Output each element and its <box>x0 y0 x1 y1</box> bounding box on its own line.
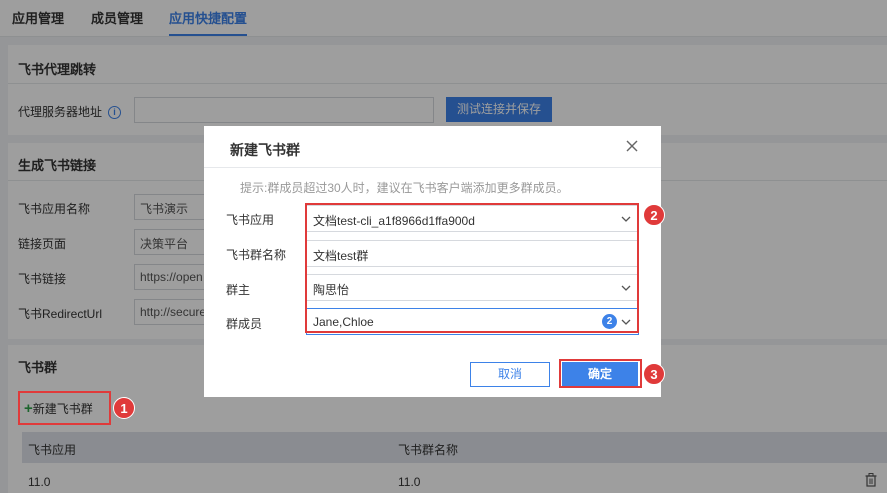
app-field-label: 飞书应用 <box>226 213 275 227</box>
group-name-field-label: 飞书群名称 <box>226 248 287 262</box>
callout-1: 1 <box>113 397 135 419</box>
cancel-button[interactable]: 取消 <box>470 362 550 387</box>
close-icon[interactable] <box>625 139 639 153</box>
callout-2: 2 <box>643 204 665 226</box>
members-field-label: 群成员 <box>226 317 263 331</box>
owner-field-label: 群主 <box>226 283 251 297</box>
dialog-title: 新建飞书群 <box>230 142 300 158</box>
highlight-box-fields <box>305 203 639 333</box>
highlight-box-confirm <box>559 359 642 388</box>
hint-text: 提示:群成员超过30人时，建议在飞书客户端添加更多群成员。 <box>240 181 569 195</box>
highlight-box-new-group <box>18 391 111 425</box>
callout-3: 3 <box>643 363 665 385</box>
divider <box>204 167 661 168</box>
